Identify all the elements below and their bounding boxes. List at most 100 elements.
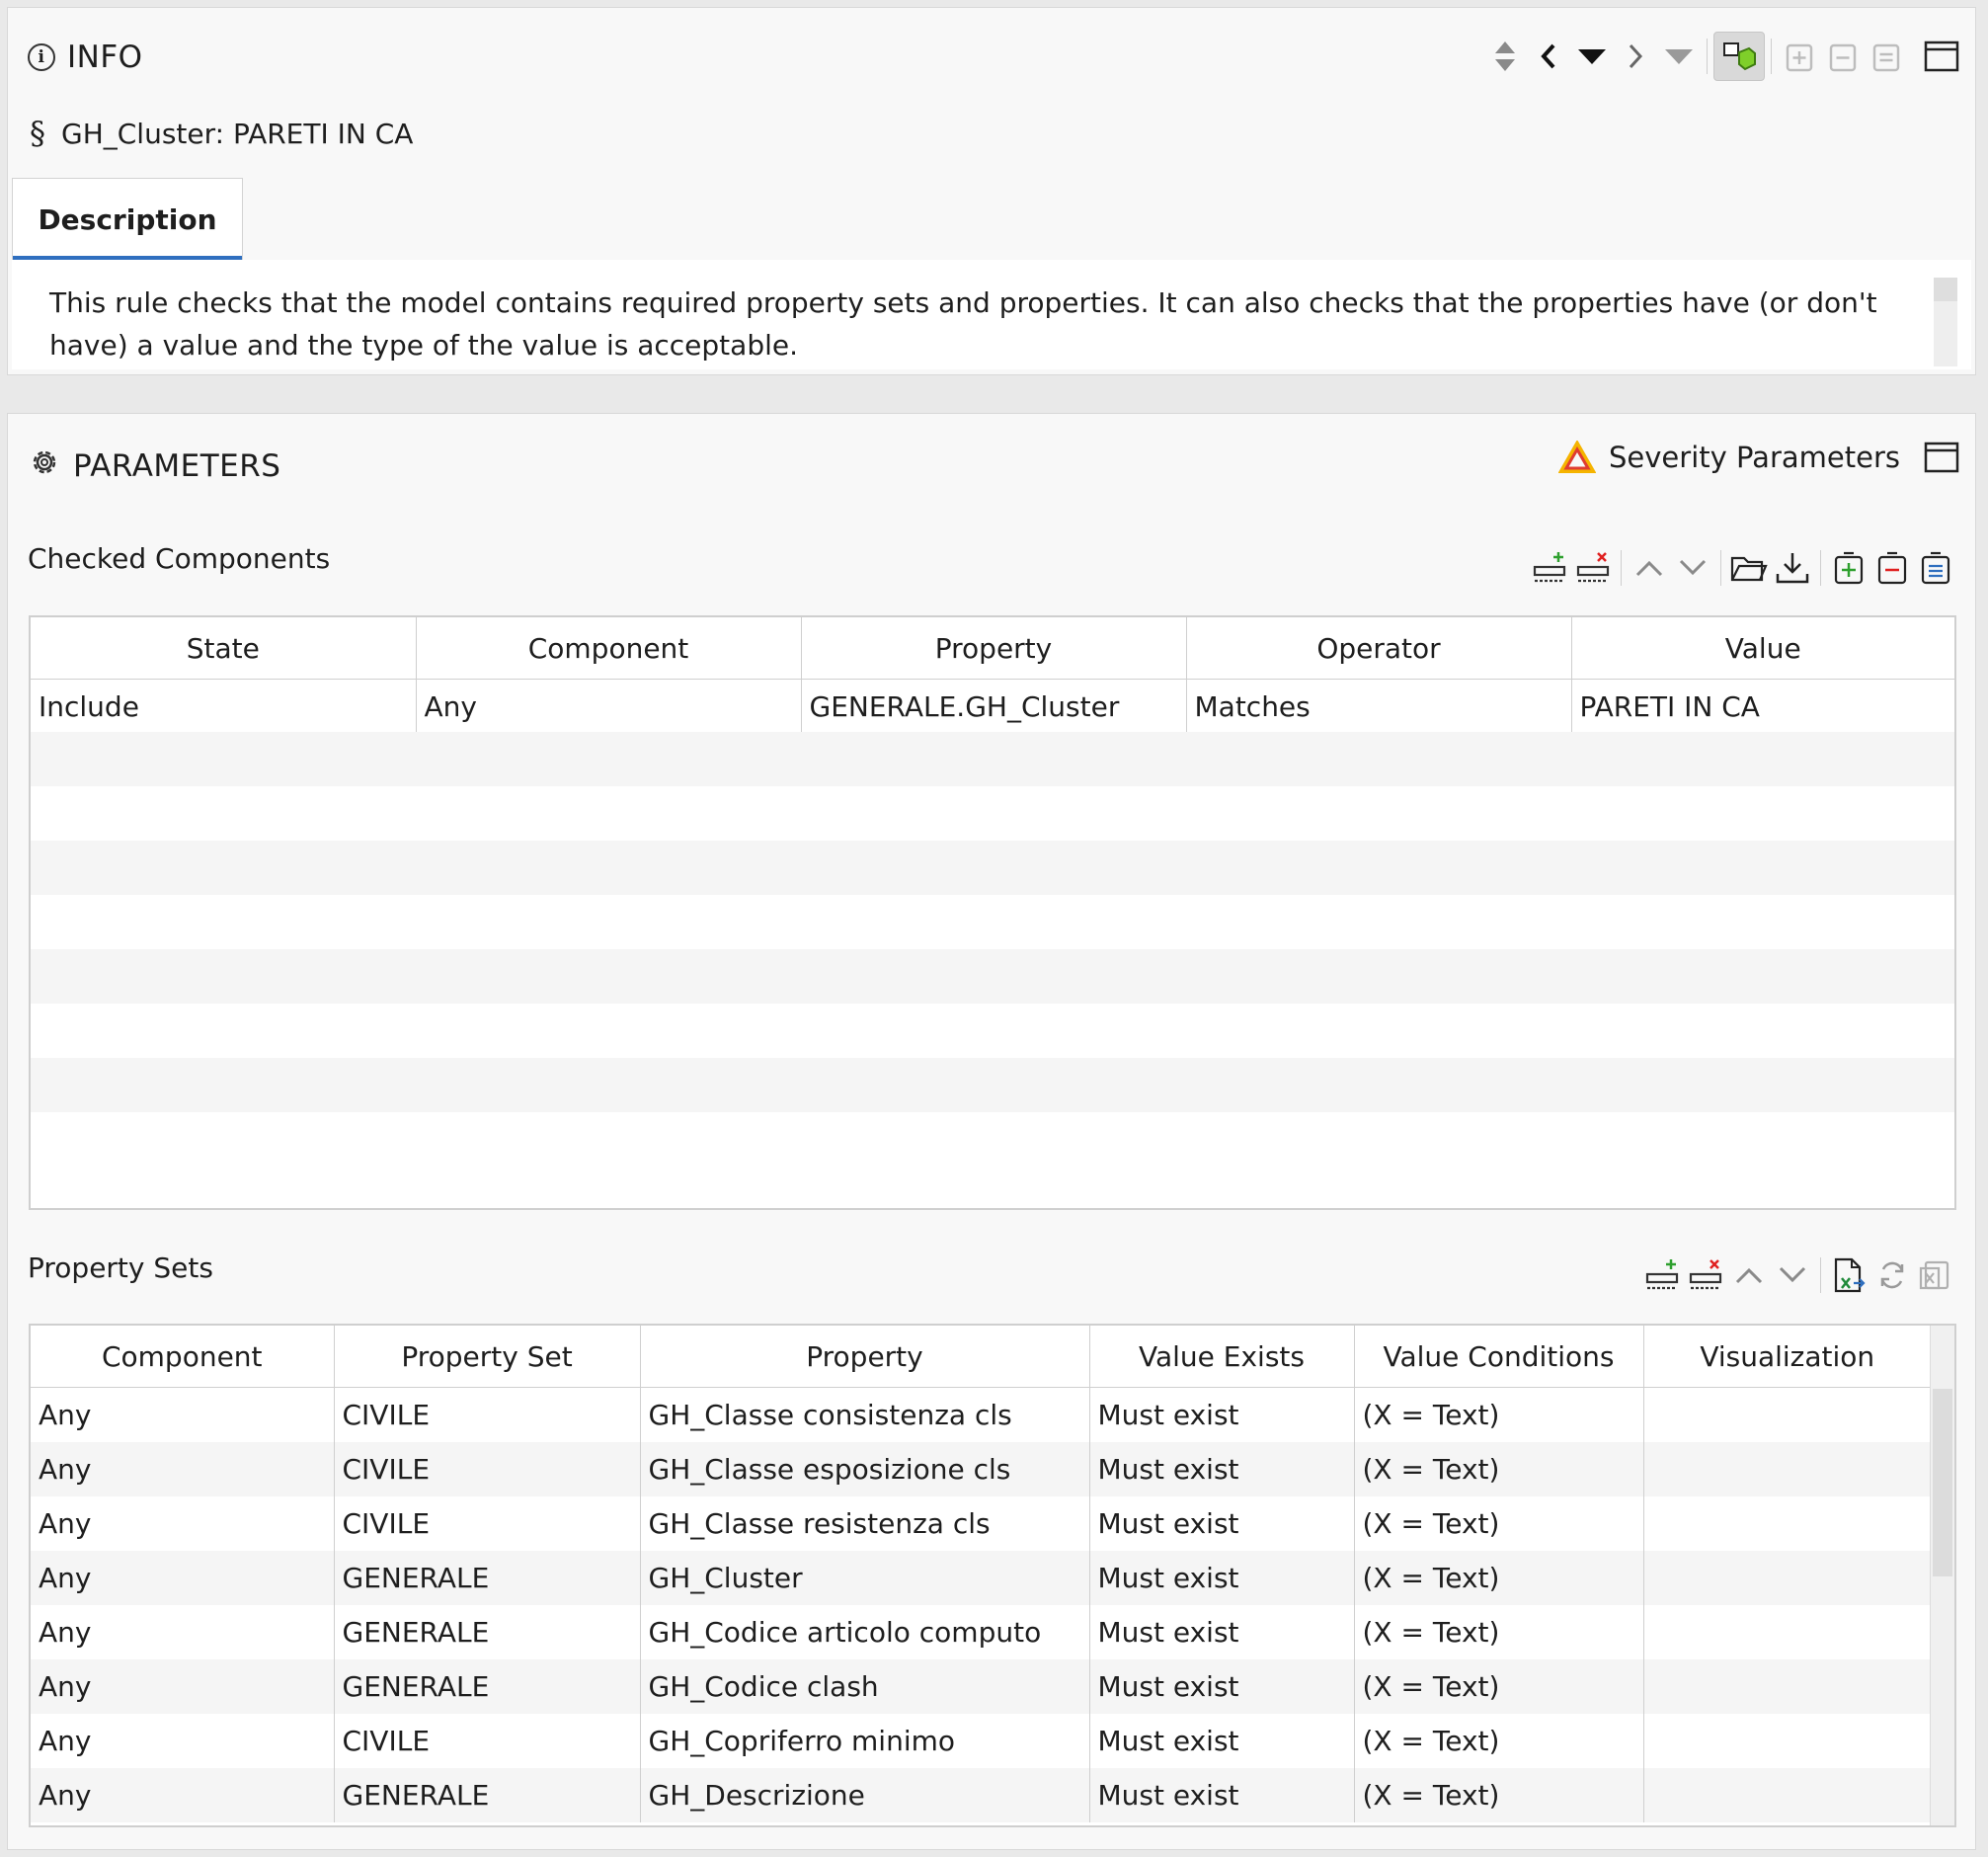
cell-value-conditions[interactable]: (X = Text) — [1354, 1659, 1644, 1714]
move-up-icon[interactable] — [1628, 546, 1671, 590]
table-row[interactable]: Any GENERALE GH_Cluster Must exist (X = … — [31, 1551, 1931, 1605]
cell-property[interactable]: GH_Codice articolo computo — [640, 1605, 1090, 1659]
cell-component[interactable]: Any — [31, 1387, 335, 1442]
cell-property[interactable]: GH_Descrizione — [640, 1768, 1090, 1822]
collapse-all-icon[interactable] — [1870, 546, 1914, 590]
cell-component[interactable]: Any — [31, 1496, 335, 1551]
column-header-component[interactable]: Component — [31, 1326, 335, 1388]
cell-value-exists[interactable]: Must exist — [1089, 1551, 1355, 1605]
cell-component[interactable]: Any — [31, 1659, 335, 1714]
cell-value-exists[interactable]: Must exist — [1089, 1659, 1355, 1714]
cell-value-exists[interactable]: Must exist — [1089, 1605, 1355, 1659]
clear-items-icon[interactable] — [1865, 35, 1908, 78]
maximize-icon[interactable] — [1920, 35, 1963, 78]
cell-property-set[interactable]: GENERALE — [334, 1768, 641, 1822]
column-header-visualization[interactable]: Visualization — [1643, 1326, 1931, 1388]
expand-all-icon[interactable] — [1827, 546, 1870, 590]
description-scroll-thumb[interactable] — [1934, 278, 1957, 301]
cell-property-set[interactable]: GENERALE — [334, 1605, 641, 1659]
delete-row-icon[interactable] — [1684, 1253, 1727, 1297]
cell-value-conditions[interactable]: (X = Text) — [1354, 1605, 1644, 1659]
cell-visualization[interactable] — [1643, 1605, 1931, 1659]
table-row[interactable]: Any GENERALE GH_Descrizione Must exist (… — [31, 1768, 1931, 1822]
cell-property-set[interactable]: CIVILE — [334, 1387, 641, 1442]
cell-visualization[interactable] — [1643, 1551, 1931, 1605]
sort-icon[interactable] — [1483, 35, 1527, 78]
column-header-property[interactable]: Property — [801, 617, 1187, 680]
column-header-operator[interactable]: Operator — [1186, 617, 1572, 680]
column-header-value-conditions[interactable]: Value Conditions — [1354, 1326, 1644, 1388]
cell-component[interactable]: Any — [416, 679, 802, 734]
cell-value-exists[interactable]: Must exist — [1089, 1442, 1355, 1496]
open-folder-icon[interactable] — [1727, 546, 1771, 590]
cell-value-exists[interactable]: Must exist — [1089, 1387, 1355, 1442]
column-header-property-set[interactable]: Property Set — [334, 1326, 641, 1388]
column-header-component[interactable]: Component — [416, 617, 802, 680]
refresh-icon[interactable] — [1870, 1253, 1914, 1297]
column-header-value[interactable]: Value — [1571, 617, 1954, 680]
dropdown-icon[interactable] — [1570, 35, 1614, 78]
cell-visualization[interactable] — [1643, 1388, 1931, 1443]
move-down-icon[interactable] — [1671, 546, 1714, 590]
cell-component[interactable]: Any — [31, 1714, 335, 1768]
cell-visualization[interactable] — [1643, 1496, 1931, 1551]
maximize-icon[interactable] — [1920, 436, 1963, 479]
severity-parameters-button[interactable]: Severity Parameters — [1609, 441, 1900, 474]
cell-component[interactable]: Any — [31, 1768, 335, 1822]
cell-property-set[interactable]: GENERALE — [334, 1659, 641, 1714]
table-row[interactable]: Any GENERALE GH_Codice articolo computo … — [31, 1605, 1931, 1659]
move-down-icon[interactable] — [1771, 1253, 1814, 1297]
download-icon[interactable] — [1771, 546, 1814, 590]
table-row[interactable]: Any CIVILE GH_Classe esposizione cls Mus… — [31, 1442, 1931, 1496]
table-row[interactable]: Any CIVILE GH_Classe consistenza cls Mus… — [31, 1387, 1931, 1443]
export-excel-icon[interactable] — [1827, 1253, 1870, 1297]
cell-value-exists[interactable]: Must exist — [1089, 1768, 1355, 1822]
remove-item-icon[interactable] — [1821, 35, 1865, 78]
cell-component[interactable]: Any — [31, 1551, 335, 1605]
property-sets-scroll-thumb[interactable] — [1933, 1389, 1952, 1576]
table-row[interactable]: Include Any GENERALE.GH_Cluster Matches … — [31, 679, 1954, 735]
cell-property[interactable]: GH_Copriferro minimo — [640, 1714, 1090, 1768]
cell-value[interactable]: PARETI IN CA — [1571, 680, 1954, 735]
cell-property-set[interactable]: CIVILE — [334, 1442, 641, 1496]
delete-row-icon[interactable] — [1571, 546, 1615, 590]
cell-property-set[interactable]: GENERALE — [334, 1551, 641, 1605]
cell-visualization[interactable] — [1643, 1714, 1931, 1768]
import-icon[interactable] — [1914, 1253, 1957, 1297]
show-in-model-icon[interactable] — [1713, 32, 1765, 81]
next-dropdown-icon[interactable] — [1657, 35, 1701, 78]
cell-value-conditions[interactable]: (X = Text) — [1354, 1442, 1644, 1496]
cell-property[interactable]: GH_Classe consistenza cls — [640, 1387, 1090, 1442]
cell-property-set[interactable]: CIVILE — [334, 1714, 641, 1768]
cell-property[interactable]: GENERALE.GH_Cluster — [801, 679, 1187, 734]
cell-value-exists[interactable]: Must exist — [1089, 1714, 1355, 1768]
column-header-property[interactable]: Property — [640, 1326, 1090, 1388]
cell-visualization[interactable] — [1643, 1442, 1931, 1496]
column-header-state[interactable]: State — [31, 617, 417, 680]
next-icon[interactable] — [1614, 35, 1657, 78]
cell-value-conditions[interactable]: (X = Text) — [1354, 1768, 1644, 1822]
table-row[interactable]: Any GENERALE GH_Codice clash Must exist … — [31, 1659, 1931, 1714]
cell-value-conditions[interactable]: (X = Text) — [1354, 1387, 1644, 1442]
cell-visualization[interactable] — [1643, 1659, 1931, 1714]
cell-property-set[interactable]: CIVILE — [334, 1496, 641, 1551]
move-up-icon[interactable] — [1727, 1253, 1771, 1297]
column-header-value-exists[interactable]: Value Exists — [1089, 1326, 1355, 1388]
add-row-icon[interactable] — [1528, 546, 1571, 590]
add-item-icon[interactable] — [1778, 35, 1821, 78]
cell-component[interactable]: Any — [31, 1442, 335, 1496]
cell-value-conditions[interactable]: (X = Text) — [1354, 1496, 1644, 1551]
cell-property[interactable]: GH_Classe resistenza cls — [640, 1496, 1090, 1551]
tab-description[interactable]: Description — [12, 178, 243, 261]
cell-visualization[interactable] — [1643, 1768, 1931, 1822]
list-view-icon[interactable] — [1914, 546, 1957, 590]
description-scrollbar[interactable] — [1934, 278, 1957, 366]
cell-value-conditions[interactable]: (X = Text) — [1354, 1714, 1644, 1768]
cell-property[interactable]: GH_Classe esposizione cls — [640, 1442, 1090, 1496]
cell-value-conditions[interactable]: (X = Text) — [1354, 1551, 1644, 1605]
previous-icon[interactable] — [1527, 35, 1570, 78]
cell-component[interactable]: Any — [31, 1605, 335, 1659]
cell-property[interactable]: GH_Codice clash — [640, 1659, 1090, 1714]
cell-property[interactable]: GH_Cluster — [640, 1551, 1090, 1605]
table-row[interactable]: Any CIVILE GH_Copriferro minimo Must exi… — [31, 1714, 1931, 1768]
